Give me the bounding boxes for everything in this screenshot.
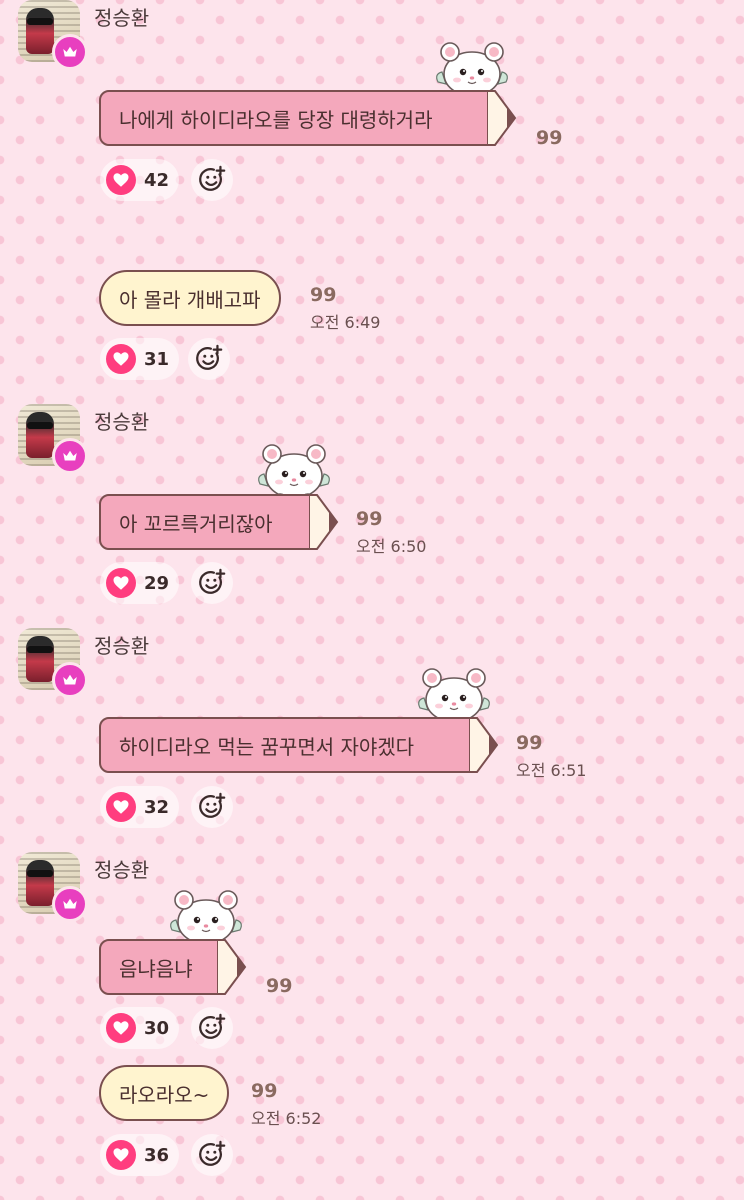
message-bubble[interactable]: 음냐음냐 [99, 939, 219, 995]
sender-name: 정승환 [94, 634, 150, 658]
add-reaction-button[interactable] [191, 159, 233, 201]
like-count: 32 [144, 796, 170, 818]
like-button[interactable]: 30 [100, 1007, 180, 1049]
crown-badge [52, 886, 88, 922]
avatar[interactable] [18, 0, 88, 70]
add-reaction-button[interactable] [191, 1134, 233, 1176]
add-emoji-icon [194, 344, 224, 374]
timestamp: 오전 6:51 [516, 761, 587, 780]
sender-name: 정승환 [94, 410, 150, 434]
like-count: 29 [144, 572, 170, 594]
avatar[interactable] [18, 852, 88, 922]
add-emoji-icon [197, 792, 227, 822]
like-button[interactable]: 42 [100, 159, 180, 201]
heart-icon [106, 165, 136, 195]
heart-icon [106, 568, 136, 598]
add-emoji-icon [197, 165, 227, 195]
sender-name: 정승환 [94, 858, 150, 882]
sender-name: 정승환 [94, 6, 150, 30]
read-count: 99 [310, 284, 337, 306]
crown-icon [61, 895, 79, 913]
like-button[interactable]: 29 [100, 562, 180, 604]
crown-badge [52, 662, 88, 698]
heart-icon [106, 344, 136, 374]
avatar[interactable] [18, 404, 88, 474]
crown-icon [61, 671, 79, 689]
crown-icon [61, 43, 79, 61]
like-count: 42 [144, 169, 170, 191]
timestamp: 오전 6:52 [251, 1109, 322, 1128]
like-count: 30 [144, 1017, 170, 1039]
heart-icon [106, 792, 136, 822]
add-emoji-icon [197, 568, 227, 598]
avatar[interactable] [18, 628, 88, 698]
heart-icon [106, 1013, 136, 1043]
message-bubble[interactable]: 아 몰라 개배고파 [99, 270, 281, 326]
like-button[interactable]: 32 [100, 786, 180, 828]
pencil-tip-decoration [309, 494, 339, 550]
message-bubble[interactable]: 라오라오~ [99, 1065, 230, 1121]
message-bubble[interactable]: 아 꼬르륵거리잖아 [99, 494, 311, 550]
add-emoji-icon [197, 1140, 227, 1170]
message-bubble[interactable]: 나에게 하이디라오를 당장 대령하거라 [99, 90, 489, 146]
like-button[interactable]: 36 [100, 1134, 180, 1176]
like-count: 36 [144, 1144, 170, 1166]
add-reaction-button[interactable] [191, 786, 233, 828]
add-reaction-button[interactable] [191, 1007, 233, 1049]
like-button[interactable]: 31 [100, 338, 180, 380]
message-bubble[interactable]: 하이디라오 먹는 꿈꾸면서 자야겠다 [99, 717, 471, 773]
add-reaction-button[interactable] [191, 562, 233, 604]
pencil-tip-decoration [487, 90, 517, 146]
add-reaction-button[interactable] [188, 338, 230, 380]
heart-icon [106, 1140, 136, 1170]
timestamp: 오전 6:50 [356, 537, 427, 556]
crown-badge [52, 34, 88, 70]
pencil-tip-decoration [469, 717, 499, 773]
crown-icon [61, 447, 79, 465]
read-count: 99 [356, 508, 383, 530]
crown-badge [52, 438, 88, 474]
timestamp: 오전 6:49 [310, 313, 381, 332]
read-count: 99 [251, 1080, 278, 1102]
read-count: 99 [536, 127, 563, 149]
like-count: 31 [144, 348, 170, 370]
read-count: 99 [516, 732, 543, 754]
pencil-tip-decoration [217, 939, 247, 995]
read-count: 99 [266, 975, 293, 997]
add-emoji-icon [197, 1013, 227, 1043]
